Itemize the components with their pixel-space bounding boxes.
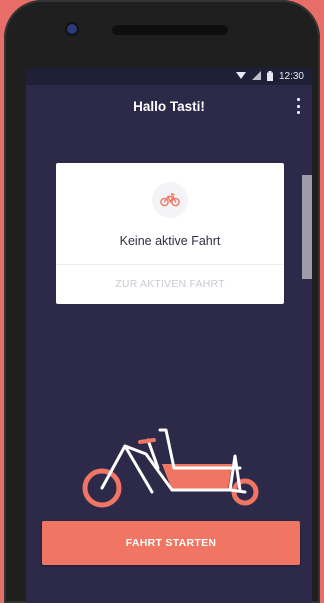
go-to-active-ride-button[interactable]: ZUR AKTIVEN FAHRT: [56, 265, 284, 304]
cargo-bike-illustration: [82, 428, 259, 508]
phone-frame: 12:30 Hallo Tasti! Keine aktive Fahrt ZU…: [4, 0, 320, 603]
start-ride-button[interactable]: FAHRT STARTEN: [42, 521, 300, 565]
battery-icon: [266, 70, 273, 83]
earpiece-speaker: [112, 25, 228, 35]
bicycle-icon: [152, 182, 188, 218]
app-bar: Hallo Tasti!: [26, 85, 312, 127]
status-time: 12:30: [278, 71, 304, 82]
ride-status-card: Keine aktive Fahrt ZUR AKTIVEN FAHRT: [56, 163, 284, 304]
app-screen: 12:30 Hallo Tasti! Keine aktive Fahrt ZU…: [26, 68, 312, 603]
ride-status-text: Keine aktive Fahrt: [119, 234, 221, 248]
more-vert-icon[interactable]: [292, 96, 304, 116]
signal-icon: [251, 71, 261, 82]
front-camera: [67, 24, 77, 34]
status-bar: 12:30: [26, 68, 312, 85]
scrollbar[interactable]: [302, 175, 312, 279]
page-title: Hallo Tasti!: [133, 98, 205, 114]
wifi-icon: [235, 71, 246, 82]
